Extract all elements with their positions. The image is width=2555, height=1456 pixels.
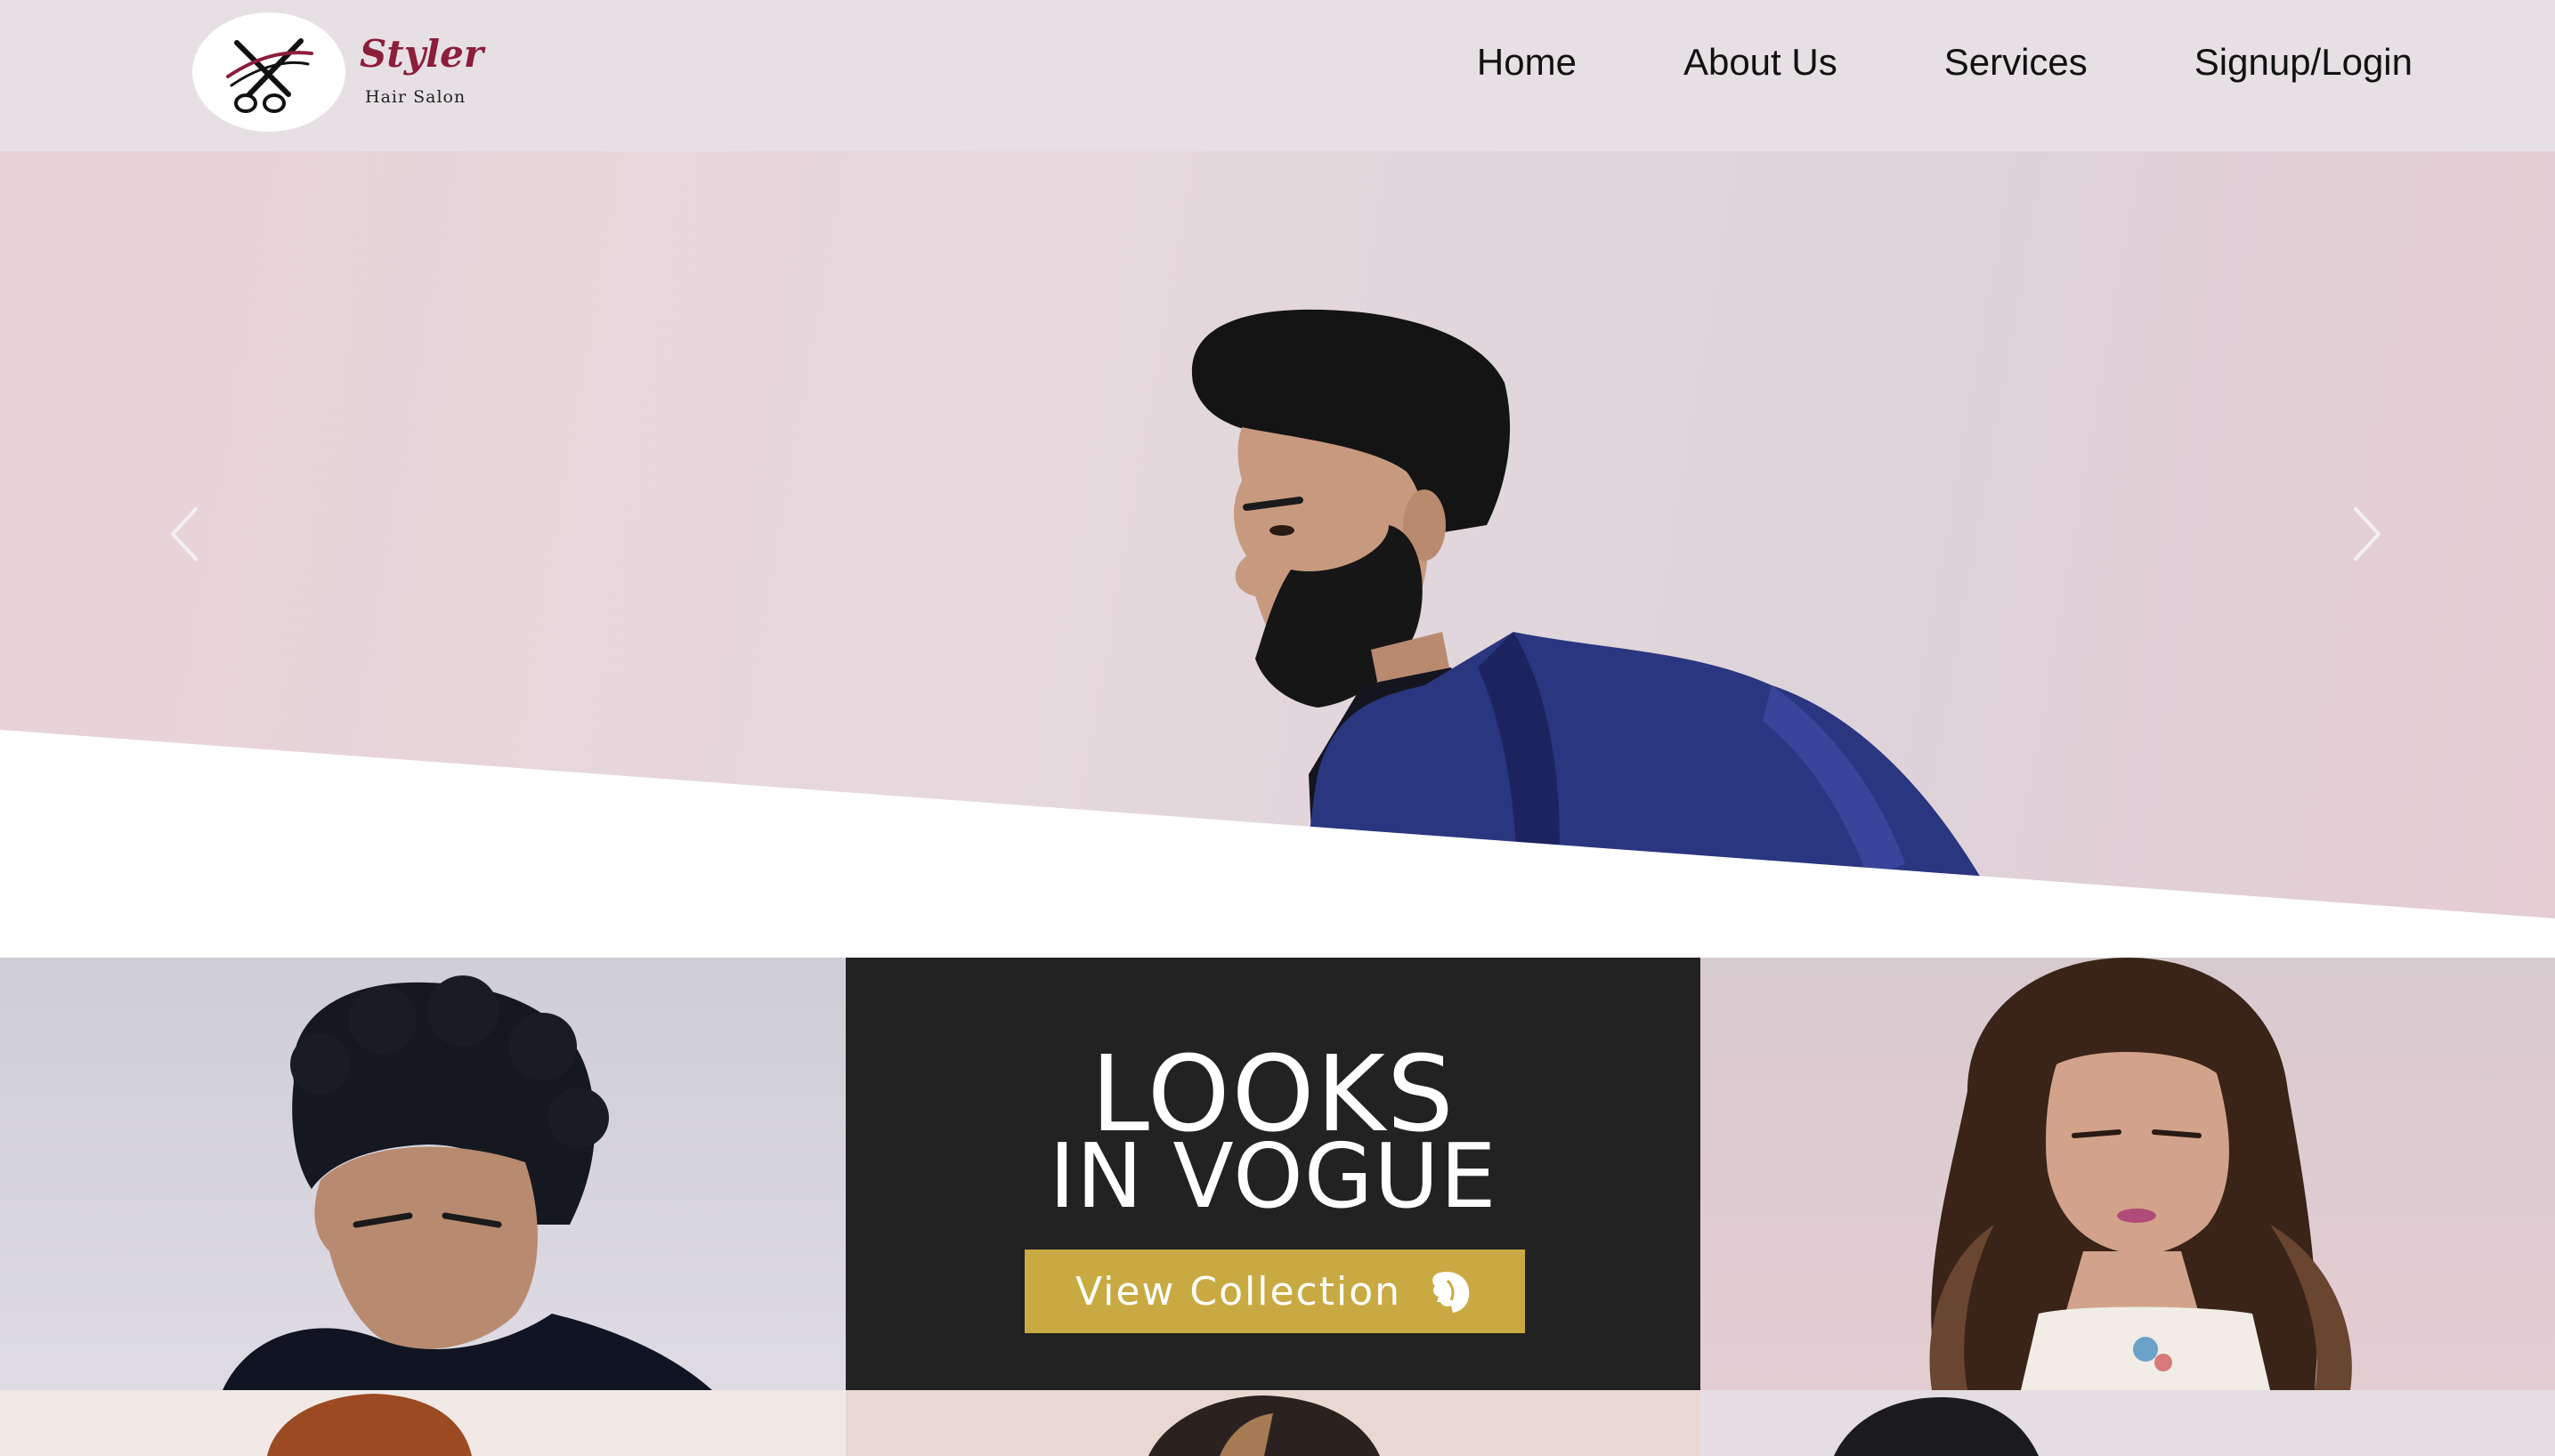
brand-name: Styler [360, 32, 483, 76]
brand-tagline: Hair Salon [365, 87, 466, 107]
scissors-icon [226, 38, 313, 113]
gallery-tile-woman-curls[interactable] [1700, 958, 2555, 1390]
navbar: Styler Hair Salon Home About Us Services… [0, 0, 2555, 151]
main-nav: Home About Us Services Signup/Login [1370, 37, 2413, 87]
slider-prev-button[interactable] [160, 498, 214, 570]
gallery-tile-bottom-center[interactable] [846, 1390, 1700, 1456]
slider-next-button[interactable] [2338, 498, 2391, 570]
face-profile-icon [1432, 1272, 1470, 1313]
nav-about-us[interactable]: About Us [1683, 37, 1837, 87]
logo[interactable] [192, 12, 345, 132]
promo-tile: LOOKS IN VOGUE View Collection [846, 958, 1700, 1390]
nav-home[interactable]: Home [1477, 37, 1577, 87]
view-collection-button[interactable]: View Collection [1025, 1250, 1525, 1333]
promo-title-line2: IN VOGUE [1049, 1124, 1497, 1228]
view-collection-label: View Collection [1075, 1268, 1402, 1314]
nav-signup-login[interactable]: Signup/Login [2194, 37, 2413, 87]
hero-slider [0, 151, 2555, 958]
gallery-image [1148, 1395, 1380, 1456]
nav-services[interactable]: Services [1944, 37, 2088, 87]
gallery-image [1834, 1397, 2039, 1456]
gallery-image [1929, 958, 2352, 1390]
gallery-image [223, 975, 712, 1390]
chevron-right-icon [2354, 507, 2381, 561]
gallery-tile-bottom-right[interactable] [1700, 1390, 2555, 1456]
chevron-left-icon [171, 507, 198, 561]
hero-image [0, 309, 2555, 958]
gallery-tile-man-curly[interactable] [0, 958, 846, 1390]
gallery-image [267, 1394, 472, 1456]
gallery-tile-bottom-left[interactable] [0, 1390, 846, 1456]
hero-diagonal [0, 730, 2555, 958]
